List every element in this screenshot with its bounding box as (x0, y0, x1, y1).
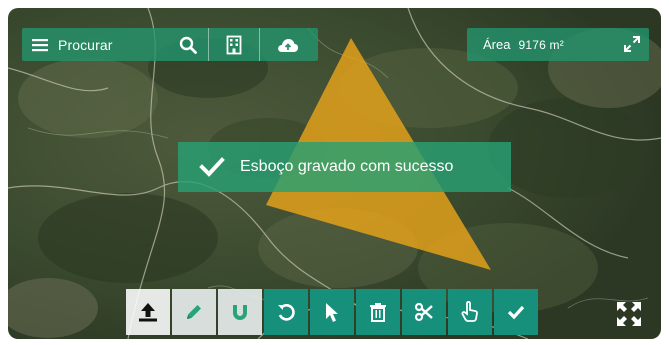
cursor-icon (326, 303, 338, 322)
cloud-upload-icon (278, 38, 299, 52)
select-button[interactable] (310, 289, 354, 335)
expand-icon[interactable] (623, 35, 641, 53)
search-icon (179, 36, 197, 54)
check-icon (507, 305, 525, 320)
area-value: 9176 m² (518, 37, 564, 52)
undo-icon (278, 304, 295, 321)
hand-pointer-icon (461, 301, 478, 322)
success-toast: Esboço gravado com sucesso (178, 142, 511, 192)
menu-button[interactable] (22, 28, 58, 61)
scissors-icon (414, 302, 433, 322)
hand-button[interactable] (448, 289, 492, 335)
delete-button[interactable] (356, 289, 400, 335)
pencil-button[interactable] (172, 289, 216, 335)
upload-button[interactable] (126, 289, 170, 335)
pencil-icon (187, 305, 201, 319)
search-button[interactable] (168, 28, 208, 61)
menu-icon (32, 38, 48, 51)
confirm-button[interactable] (494, 289, 538, 335)
area-panel: Área 9176 m² (467, 28, 649, 61)
map-viewer: Procurar Área 9176 m² Esboço gravado com… (8, 8, 661, 339)
toast-message: Esboço gravado com sucesso (240, 158, 454, 175)
area-label: Área (483, 37, 511, 52)
check-icon (199, 157, 225, 177)
fullscreen-icon[interactable] (615, 300, 643, 328)
upload-icon (139, 303, 157, 322)
drawing-toolbar (126, 289, 540, 335)
cut-button[interactable] (402, 289, 446, 335)
magnet-icon (233, 305, 247, 320)
search-bar: Procurar (22, 28, 318, 61)
building-button[interactable] (209, 28, 259, 61)
search-label[interactable]: Procurar (58, 28, 168, 61)
undo-button[interactable] (264, 289, 308, 335)
building-icon (226, 35, 242, 54)
magnet-button[interactable] (218, 289, 262, 335)
trash-icon (370, 303, 386, 322)
cloud-upload-button[interactable] (260, 28, 316, 61)
